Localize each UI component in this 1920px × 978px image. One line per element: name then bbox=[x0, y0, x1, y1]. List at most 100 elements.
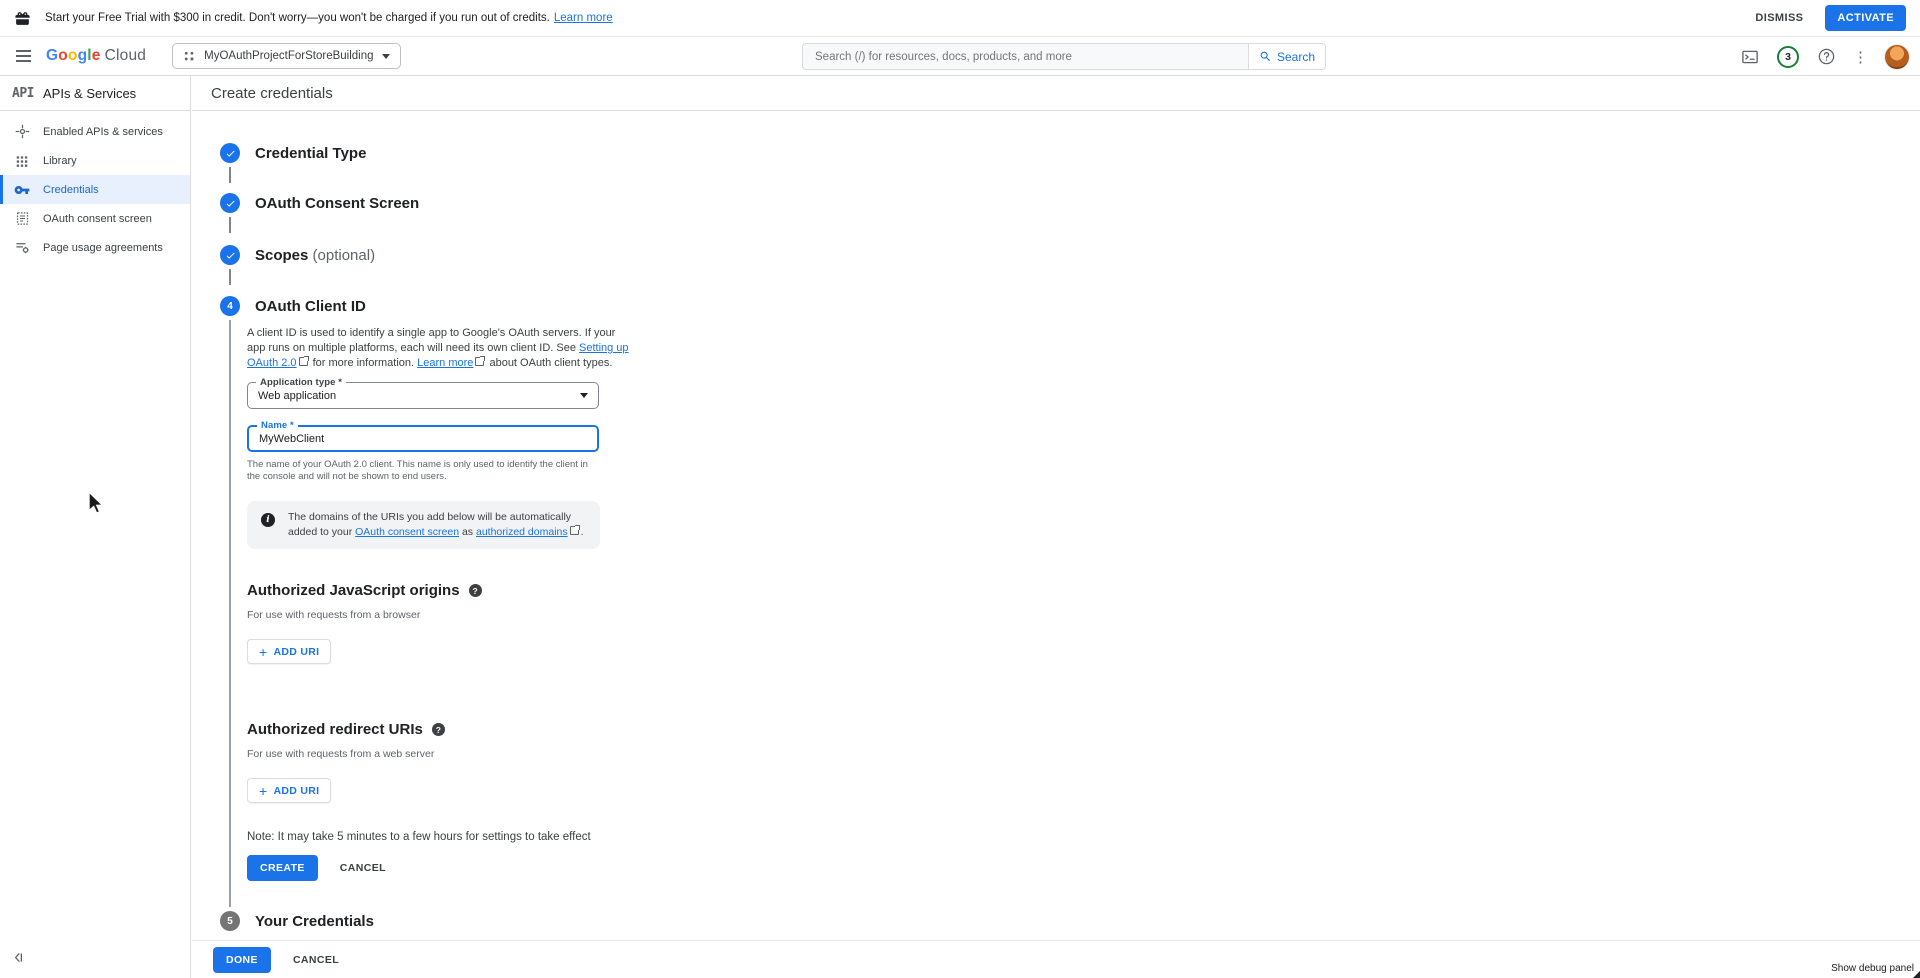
chevron-down-icon bbox=[382, 54, 390, 59]
logo-letter: o bbox=[58, 47, 68, 65]
sidebar-item-oauth-consent[interactable]: OAuth consent screen bbox=[0, 204, 190, 233]
search-button[interactable]: Search bbox=[1248, 43, 1326, 70]
step-credential-type: Credential Type bbox=[220, 143, 1920, 163]
sidebar: API APIs & Services Enabled APIs & servi… bbox=[0, 76, 191, 978]
form-cancel-button[interactable]: CANCEL bbox=[340, 862, 386, 874]
description-text: about OAuth client types. bbox=[486, 357, 612, 369]
consent-screen-icon bbox=[14, 211, 30, 227]
activate-button[interactable]: ACTIVATE bbox=[1825, 5, 1906, 31]
logo-letter: g bbox=[78, 47, 88, 65]
domains-info-text: The domains of the URIs you add below wi… bbox=[288, 510, 586, 540]
application-type-value: Web application bbox=[258, 390, 336, 402]
resize-corner-mark bbox=[1913, 971, 1920, 978]
usage-agreements-icon bbox=[14, 240, 30, 256]
trial-learn-more-link[interactable]: Learn more bbox=[554, 12, 613, 24]
logo-letter: e bbox=[92, 47, 101, 65]
key-icon bbox=[14, 182, 30, 198]
step-check-icon bbox=[220, 193, 240, 213]
step-your-credentials: 5 Your Credentials bbox=[220, 911, 1920, 931]
sidebar-item-credentials[interactable]: Credentials bbox=[0, 175, 190, 204]
client-name-input[interactable] bbox=[259, 433, 587, 445]
oauth-consent-screen-link[interactable]: OAuth consent screen bbox=[355, 526, 459, 538]
step-scopes: Scopes (optional) bbox=[220, 245, 1920, 265]
step-title: OAuth Client ID bbox=[255, 298, 366, 315]
api-logo-icon: API bbox=[12, 86, 34, 101]
avatar[interactable] bbox=[1884, 44, 1910, 70]
external-link-icon bbox=[299, 357, 308, 366]
project-name: MyOAuthProjectForStoreBuilding bbox=[204, 50, 373, 62]
sidebar-item-enabled-apis[interactable]: Enabled APIs & services bbox=[0, 117, 190, 146]
show-debug-panel-link[interactable]: Show debug panel bbox=[1831, 963, 1914, 974]
description-text: A client ID is used to identify a single… bbox=[247, 327, 615, 354]
dismiss-button[interactable]: DISMISS bbox=[1755, 12, 1803, 24]
sidebar-item-label: OAuth consent screen bbox=[43, 213, 152, 225]
step-connector bbox=[229, 269, 231, 285]
logo-letter: o bbox=[68, 47, 78, 65]
step-check-icon bbox=[220, 245, 240, 265]
menu-icon[interactable] bbox=[4, 37, 42, 75]
plus-icon: + bbox=[259, 784, 267, 798]
js-origins-subtitle: For use with requests from a browser bbox=[247, 609, 1920, 621]
learn-more-link[interactable]: Learn more bbox=[417, 357, 473, 369]
application-type-label: Application type * bbox=[256, 377, 346, 388]
google-cloud-logo[interactable]: Google Cloud bbox=[46, 47, 146, 65]
project-selector[interactable]: MyOAuthProjectForStoreBuilding bbox=[172, 43, 400, 69]
cloud-shell-icon[interactable] bbox=[1739, 46, 1761, 68]
redirect-uris-section: Authorized redirect URIs ? bbox=[247, 721, 1920, 738]
external-link-icon bbox=[475, 357, 484, 366]
sidebar-item-label: Page usage agreements bbox=[43, 242, 163, 254]
more-options-icon[interactable]: ⋮ bbox=[1853, 48, 1868, 66]
gift-icon bbox=[14, 10, 31, 27]
trial-banner: Start your Free Trial with $300 in credi… bbox=[0, 0, 1920, 37]
client-name-label: Name * bbox=[257, 420, 298, 431]
logo-letter: G bbox=[46, 47, 58, 65]
client-id-description: A client ID is used to identify a single… bbox=[247, 326, 632, 371]
description-text: for more information. bbox=[310, 357, 418, 369]
sidebar-item-label: Enabled APIs & services bbox=[43, 126, 163, 138]
step-title: Your Credentials bbox=[255, 913, 374, 930]
trial-message: Start your Free Trial with $300 in credi… bbox=[45, 12, 550, 24]
search-button-label: Search bbox=[1277, 50, 1315, 64]
sidebar-item-page-usage[interactable]: Page usage agreements bbox=[0, 233, 190, 262]
add-origin-uri-button[interactable]: + ADD URI bbox=[247, 639, 331, 664]
step-check-icon bbox=[220, 143, 240, 163]
help-icon[interactable] bbox=[1815, 46, 1837, 68]
js-origins-title: Authorized JavaScript origins bbox=[247, 582, 460, 599]
step-title: OAuth Consent Screen bbox=[255, 195, 419, 212]
info-icon: i bbox=[261, 513, 275, 527]
redirect-uris-help-icon[interactable]: ? bbox=[432, 723, 445, 736]
client-name-field: Name * bbox=[247, 425, 599, 452]
js-origins-help-icon[interactable]: ? bbox=[469, 584, 482, 597]
add-redirect-uri-button[interactable]: + ADD URI bbox=[247, 778, 331, 803]
external-link-icon bbox=[570, 526, 579, 535]
enabled-apis-icon bbox=[14, 124, 30, 140]
collapse-sidebar-icon[interactable] bbox=[12, 951, 25, 964]
authorized-domains-link[interactable]: authorized domains bbox=[476, 526, 568, 538]
step-title: Credential Type bbox=[255, 145, 366, 162]
page-titlebar: Create credentials bbox=[192, 76, 1920, 111]
sidebar-item-library[interactable]: Library bbox=[0, 146, 190, 175]
settings-note: Note: It may take 5 minutes to a few hou… bbox=[247, 831, 1920, 843]
sidebar-item-label: Credentials bbox=[43, 184, 99, 196]
redirect-uris-title: Authorized redirect URIs bbox=[247, 721, 423, 738]
client-name-helper: The name of your OAuth 2.0 client. This … bbox=[247, 459, 599, 482]
step-number: 4 bbox=[227, 301, 233, 312]
page-title: Create credentials bbox=[211, 85, 333, 102]
footer-cancel-button[interactable]: CANCEL bbox=[293, 954, 339, 966]
done-button[interactable]: DONE bbox=[213, 947, 271, 973]
step-oauth-consent: OAuth Consent Screen bbox=[220, 193, 1920, 213]
step-connector bbox=[229, 217, 231, 233]
step-connector bbox=[229, 167, 231, 183]
oauth-client-form: A client ID is used to identify a single… bbox=[229, 320, 1920, 907]
domains-info-box: i The domains of the URIs you add below … bbox=[247, 501, 600, 549]
info-text-part: . bbox=[581, 526, 584, 538]
js-origins-section: Authorized JavaScript origins ? bbox=[247, 582, 1920, 599]
step-title-text: Scopes bbox=[255, 247, 308, 264]
step-number-icon: 4 bbox=[220, 296, 240, 316]
step-title: Scopes (optional) bbox=[255, 247, 375, 264]
notifications-badge[interactable]: 3 bbox=[1777, 46, 1799, 68]
create-button[interactable]: CREATE bbox=[247, 855, 318, 881]
application-type-select[interactable]: Application type * Web application bbox=[247, 382, 599, 409]
search-input[interactable] bbox=[802, 43, 1248, 70]
info-text-part: as bbox=[459, 526, 476, 538]
